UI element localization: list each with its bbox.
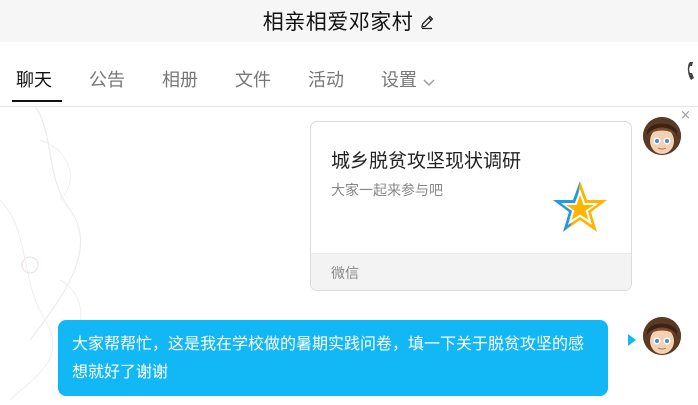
tab-files[interactable]: 文件 — [235, 66, 271, 92]
avatar[interactable] — [643, 317, 681, 355]
phone-icon[interactable] — [684, 60, 698, 84]
group-name: 相亲相爱邓家村 — [262, 10, 414, 34]
tab-announcement[interactable]: 公告 — [89, 66, 125, 92]
card-footer: 微信 — [311, 253, 631, 290]
card-source-label: 微信 — [331, 266, 359, 282]
bubble-tail — [628, 334, 636, 346]
tab-settings-label: 设置 — [381, 70, 417, 91]
avatar[interactable] — [643, 117, 681, 155]
group-title: 相亲相爱邓家村 — [0, 6, 698, 36]
pencil-icon[interactable] — [419, 11, 435, 35]
tab-activity[interactable]: 活动 — [308, 66, 344, 92]
tab-album[interactable]: 相册 — [162, 66, 198, 92]
card-description: 大家一起来参与吧 — [331, 183, 443, 199]
chevron-down-icon — [423, 71, 435, 92]
card-title: 城乡脱贫攻坚现状调研 — [331, 150, 522, 172]
title-bar: 相亲相爱邓家村 — [0, 0, 698, 42]
tab-bar: 聊天 公告 相册 文件 活动 设置 — [0, 42, 698, 107]
close-icon[interactable]: × — [680, 108, 691, 123]
active-tab-indicator — [12, 100, 62, 102]
tab-chat[interactable]: 聊天 — [16, 66, 52, 92]
shared-link-card[interactable]: 城乡脱贫攻坚现状调研 大家一起来参与吧 微信 — [310, 121, 632, 291]
star-icon — [553, 181, 607, 232]
message-bubble[interactable]: 大家帮帮忙，这是我在学校做的暑期实践问卷，填一下关于脱贫攻坚的感想就好了谢谢 — [58, 320, 608, 396]
message-text: 大家帮帮忙，这是我在学校做的暑期实践问卷，填一下关于脱贫攻坚的感想就好了谢谢 — [72, 334, 585, 381]
tab-settings[interactable]: 设置 — [381, 66, 435, 92]
